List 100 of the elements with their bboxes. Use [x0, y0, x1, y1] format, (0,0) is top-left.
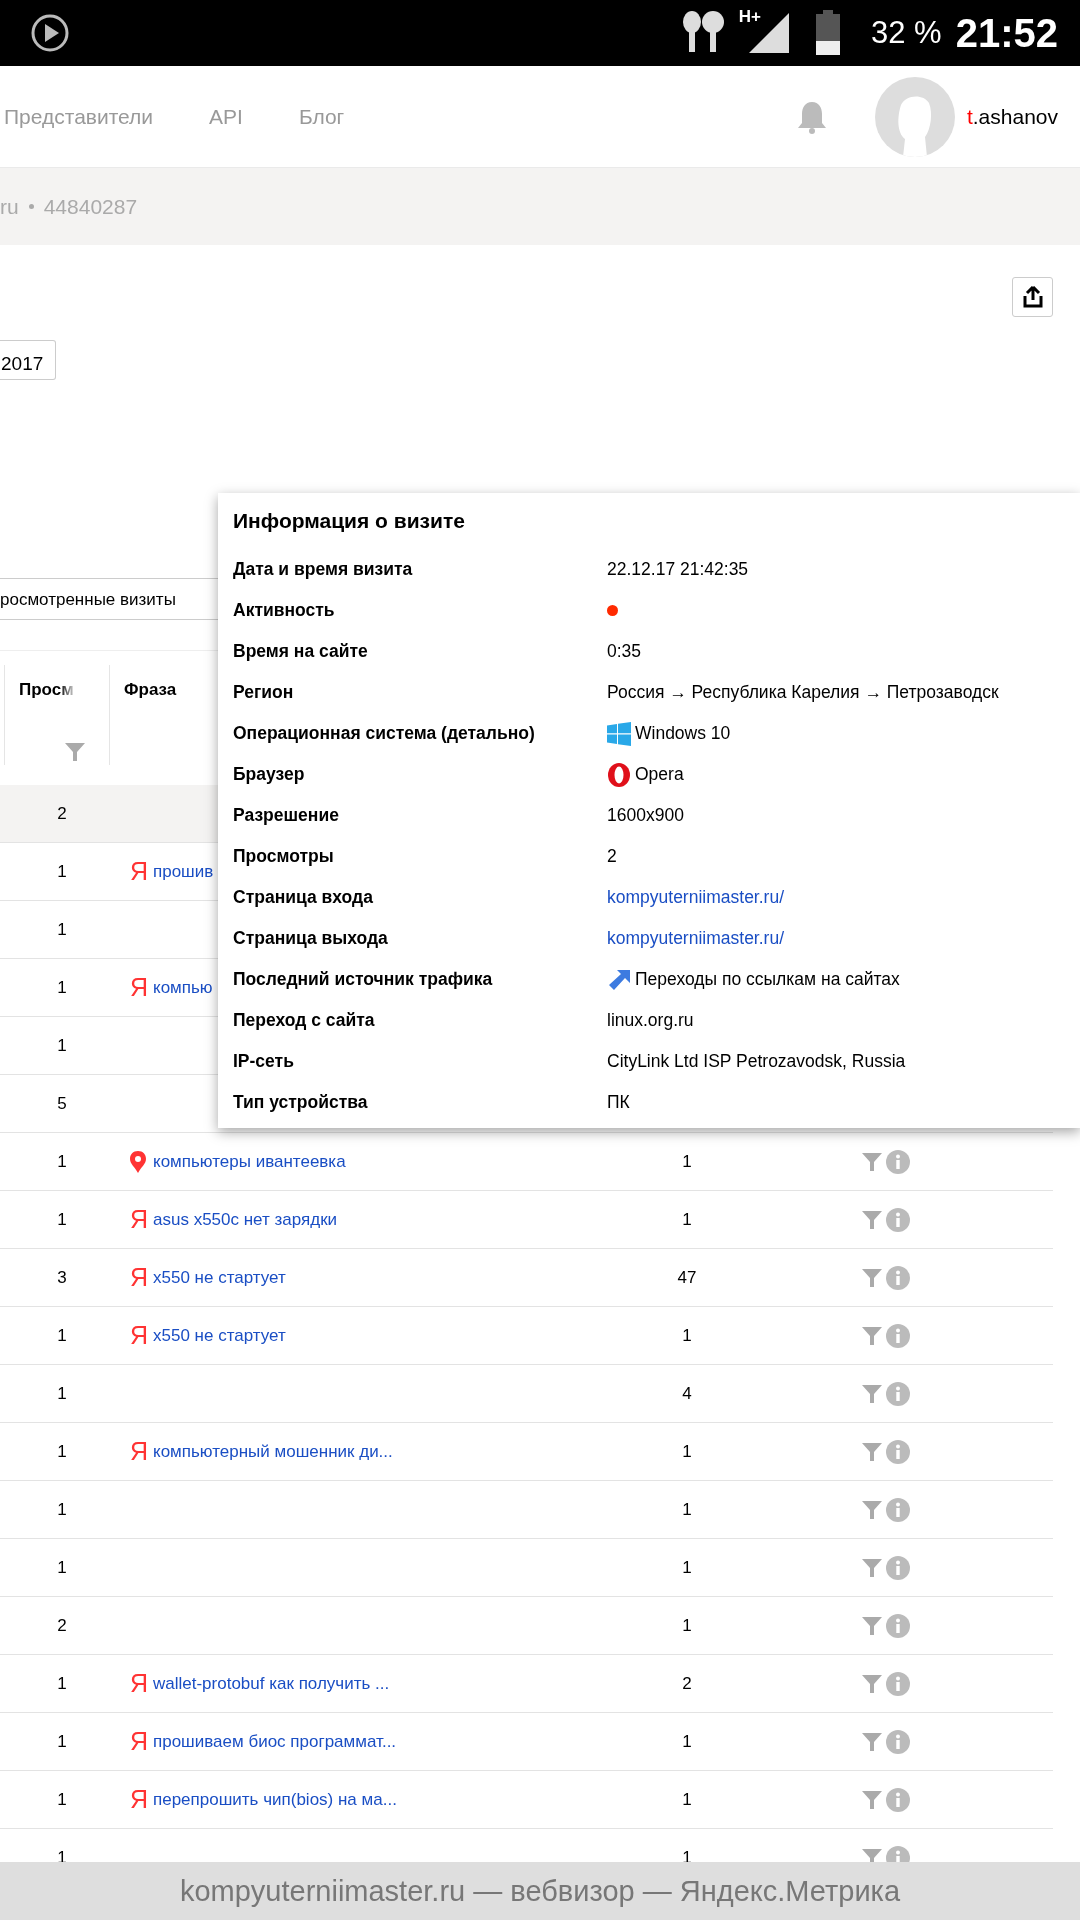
bell-icon[interactable] [796, 99, 827, 134]
map-pin-icon [129, 1149, 147, 1174]
field-value: Переходы по ссылкам на сайтах [635, 969, 900, 990]
filter-icon[interactable] [862, 1326, 882, 1345]
column-header[interactable]: Просм [19, 680, 77, 700]
table-row[interactable]: 1 Я asus x550c нет зарядки 1 [0, 1191, 1053, 1249]
table-row[interactable]: 1 4 [0, 1365, 1053, 1423]
table-cell-text: 3 [56, 1267, 68, 1288]
info-icon[interactable] [886, 1207, 910, 1232]
info-icon[interactable] [886, 1613, 910, 1638]
info-icon[interactable] [886, 1845, 910, 1862]
table-cell-text: 1 [56, 1209, 68, 1230]
phrase-link[interactable]: wallet-protobuf как получить ... [153, 1673, 390, 1694]
page-link[interactable]: kompyuterniimaster.ru/ [607, 887, 784, 908]
table-cell-text: 1 [56, 1789, 68, 1810]
filter-icon[interactable] [862, 1616, 882, 1635]
network-type: H+ [738, 7, 761, 27]
info-icon[interactable] [886, 1555, 910, 1580]
table-row[interactable]: 1 Я перепрошить чип(bios) на ма... 1 [0, 1771, 1053, 1829]
filter-icon[interactable] [862, 1732, 882, 1751]
table-row[interactable]: 2 1 [0, 1597, 1053, 1655]
info-icon[interactable] [886, 1265, 910, 1290]
counter-id: 44840287 [43, 194, 138, 219]
table-cell-text: 1 [56, 919, 68, 940]
column-header[interactable]: Фраза [124, 680, 177, 699]
table-cell-text: 1 [681, 1557, 693, 1578]
table-cell-text: 1 [56, 1731, 68, 1752]
info-icon[interactable] [886, 1381, 910, 1406]
field-value: Opera [635, 764, 684, 785]
source-icon: Я [125, 1263, 153, 1292]
phrase-link[interactable]: asus x550c нет зарядки [153, 1209, 338, 1230]
filter-icon[interactable] [862, 1268, 882, 1287]
table-row[interactable]: 1 компьютеры ивантеевка 1 [0, 1133, 1053, 1191]
table-cell-text: 1 [56, 1441, 68, 1462]
table-cell-text: 1 [56, 1499, 68, 1520]
filter-icon[interactable] [862, 1674, 882, 1693]
page-link[interactable]: kompyuterniimaster.ru/ [607, 928, 784, 949]
phrase-link[interactable]: компью [153, 977, 213, 998]
info-icon[interactable] [886, 1671, 910, 1696]
field-value: 22.12.17 21:42:35 [607, 559, 749, 580]
table-cell-text: 1 [681, 1325, 693, 1346]
opera-logo-icon [607, 762, 631, 787]
field-label: Активность [233, 600, 336, 621]
popup-title: Информация о визите [233, 508, 466, 534]
table-cell-text: 1 [56, 1557, 68, 1578]
info-icon[interactable] [886, 1149, 910, 1174]
table-row[interactable]: 1 Я x550 не стартует 1 [0, 1307, 1053, 1365]
source-icon: Я [125, 1437, 153, 1466]
table-cell-text: 1 [56, 861, 68, 882]
battery-percent: 32 % [871, 15, 942, 51]
filter-icon[interactable] [862, 1442, 882, 1461]
date-button[interactable]: 2017 [0, 340, 57, 380]
filter-icon[interactable] [862, 1210, 882, 1229]
table-cell-text: 1 [681, 1731, 693, 1752]
filter-icon[interactable] [862, 1500, 882, 1519]
table-row[interactable]: 3 Я x550 не стартует 47 [0, 1249, 1053, 1307]
table-cell-text: 1 [681, 1615, 693, 1636]
share-button[interactable] [1012, 277, 1053, 317]
filter-icon[interactable] [862, 1790, 882, 1809]
field-value: ПК [607, 1092, 630, 1113]
play-icon[interactable] [30, 13, 70, 53]
field-label: Страница входа [233, 887, 374, 908]
table-row[interactable]: 1 Я прошиваем биос программат... 1 [0, 1713, 1053, 1771]
phrase-link[interactable]: x550 не стартует [153, 1267, 286, 1288]
table-cell-text: 5 [56, 1093, 68, 1114]
field-value: 0:35 [607, 641, 642, 662]
username-link[interactable]: t.ashanov [966, 104, 1058, 129]
table-row[interactable]: 1 Я wallet-protobuf как получить ... 2 [0, 1655, 1053, 1713]
field-label: Разрешение [233, 805, 340, 826]
field-label: Переход с сайта [233, 1010, 376, 1031]
table-cell-text: 2 [681, 1673, 693, 1694]
source-icon: Я [125, 973, 153, 1002]
filter-icon[interactable] [862, 1558, 882, 1577]
table-cell-text: 1 [681, 1847, 693, 1862]
field-value: CityLink Ltd ISP Petrozavodsk, Russia [607, 1051, 906, 1072]
phrase-link[interactable]: x550 не стартует [153, 1325, 286, 1346]
filter-icon[interactable] [65, 743, 85, 761]
field-value: 2 [607, 846, 617, 867]
field-label: Браузер [233, 764, 306, 785]
info-icon[interactable] [886, 1323, 910, 1348]
phrase-link[interactable]: компьютеры ивантеевка [153, 1151, 346, 1172]
phrase-link[interactable]: прошиваем биос программат... [153, 1731, 397, 1752]
clock: 21:52 [955, 10, 1058, 56]
filter-icon[interactable] [862, 1152, 882, 1171]
phrase-link[interactable]: компьютерный мошенник ди... [153, 1441, 393, 1462]
table-row[interactable]: 1 Я компьютерный мошенник ди... 1 [0, 1423, 1053, 1481]
info-icon[interactable] [886, 1439, 910, 1464]
phrase-link[interactable]: прошив [153, 861, 214, 882]
info-icon[interactable] [886, 1787, 910, 1812]
table-cell-text: 47 [676, 1267, 698, 1288]
table-row[interactable]: 1 1 [0, 1539, 1053, 1597]
table-cell-text: 1 [56, 1151, 68, 1172]
field-label: Просмотры [233, 846, 335, 867]
info-icon[interactable] [886, 1729, 910, 1754]
filter-icon[interactable] [862, 1384, 882, 1403]
phrase-link[interactable]: перепрошить чип(bios) на ма... [153, 1789, 397, 1810]
info-icon[interactable] [886, 1497, 910, 1522]
table-row[interactable]: 1 1 [0, 1481, 1053, 1539]
field-label: IP-сеть [233, 1051, 295, 1072]
source-icon: Я [125, 857, 153, 886]
